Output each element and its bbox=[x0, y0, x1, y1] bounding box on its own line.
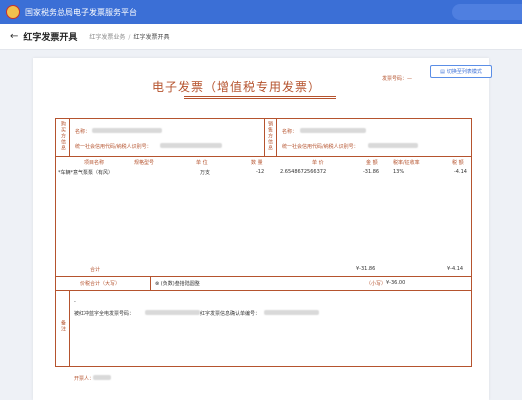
item-tax-rate: 13% bbox=[393, 169, 405, 175]
remark-label-divider bbox=[69, 290, 70, 367]
items-divider bbox=[55, 276, 472, 277]
top-bar: 国家税务总局电子发票服务平台 bbox=[0, 0, 522, 24]
drawer-value bbox=[93, 375, 111, 380]
buyer-name-label: 名称： bbox=[75, 129, 91, 135]
top-search-box[interactable] bbox=[452, 4, 522, 20]
remark-original-invoice-value bbox=[145, 310, 200, 315]
party-divider bbox=[55, 156, 472, 157]
drawer-label: 开票人： bbox=[74, 376, 95, 382]
breadcrumb-item-red-invoice-business[interactable]: 红字发票业务 bbox=[89, 34, 125, 41]
remark-bullet: - bbox=[74, 299, 76, 305]
back-arrow-icon[interactable]: ← bbox=[10, 31, 18, 42]
buyer-name-value bbox=[92, 128, 162, 133]
remark-label: 备注 bbox=[60, 320, 66, 332]
total-tax: ¥-4.14 bbox=[447, 266, 464, 272]
seller-taxid-label: 统一社会信用代码/纳税人识别号： bbox=[282, 144, 359, 150]
page-header: ← 红字发票开具 红字发票业务 / 红字发票开具 bbox=[0, 24, 522, 50]
seller-label-divider bbox=[276, 118, 277, 156]
buyer-label-divider bbox=[69, 118, 70, 156]
remark-confirm-no-label: 红字发票信息确认单编号： bbox=[200, 311, 261, 317]
in-figures-value: ¥-36.00 bbox=[386, 280, 406, 286]
col-tax: 税 额 bbox=[452, 160, 464, 166]
tax-emblem-icon bbox=[6, 5, 20, 19]
in-figures-label: （小写） bbox=[366, 281, 387, 287]
invoice-title: 电子发票（增值税专用发票） bbox=[152, 80, 322, 94]
remark-confirm-no-value bbox=[264, 310, 319, 315]
buyer-taxid-label: 统一社会信用代码/纳税人识别号： bbox=[75, 144, 152, 150]
party-middle-divider bbox=[264, 118, 265, 156]
in-words-value: ⊗ (负数)叁拾陆圆整 bbox=[155, 281, 200, 287]
col-qty: 数 量 bbox=[251, 160, 263, 166]
page-title: 红字发票开具 bbox=[23, 33, 78, 43]
remark-original-invoice-label: 被红冲蓝字全电发票号码： bbox=[74, 311, 135, 317]
switch-to-list-button[interactable]: ▤ 切换至列表模式 bbox=[430, 65, 492, 78]
col-price: 单 价 bbox=[312, 160, 324, 166]
item-qty: -12 bbox=[256, 169, 265, 175]
seller-taxid-value bbox=[368, 143, 418, 148]
buyer-label: 购买方信息 bbox=[60, 121, 66, 151]
app-title: 国家税务总局电子发票服务平台 bbox=[25, 7, 137, 17]
buyer-taxid-value bbox=[160, 143, 222, 148]
list-icon: ▤ bbox=[440, 68, 445, 75]
seller-name-value bbox=[300, 128, 366, 133]
col-unit: 单 位 bbox=[196, 160, 208, 166]
title-underline-2 bbox=[184, 98, 336, 99]
seller-name-label: 名称： bbox=[282, 129, 298, 135]
negative-circle-icon: ⊗ bbox=[155, 281, 160, 287]
item-unit: 万支 bbox=[200, 170, 211, 176]
seller-label: 销售方信息 bbox=[267, 121, 273, 151]
total-label: 合计 bbox=[90, 267, 101, 273]
item-tax: -4.14 bbox=[454, 169, 467, 175]
total-amount: ¥-31.86 bbox=[356, 266, 376, 272]
col-spec: 规格型号 bbox=[134, 160, 155, 166]
col-tax-rate: 税率/征收率 bbox=[393, 160, 420, 166]
col-item-name: 项目名称 bbox=[84, 160, 105, 166]
item-amount: -31.86 bbox=[363, 169, 380, 175]
breadcrumb-item-current: 红字发票开具 bbox=[133, 34, 170, 41]
invoice-number: 发票号码：— bbox=[382, 76, 413, 82]
total-words-divider bbox=[150, 276, 151, 290]
total-divider bbox=[55, 290, 472, 291]
col-amount: 金 额 bbox=[366, 160, 378, 166]
breadcrumb: 红字发票业务 / 红字发票开具 bbox=[89, 34, 170, 41]
title-underline bbox=[184, 96, 336, 97]
in-words-label: 价税合计（大写） bbox=[80, 281, 121, 287]
item-name: *车辆*意气泵泵（有风） bbox=[58, 170, 114, 176]
item-price: 2.6548672566372 bbox=[280, 169, 327, 175]
